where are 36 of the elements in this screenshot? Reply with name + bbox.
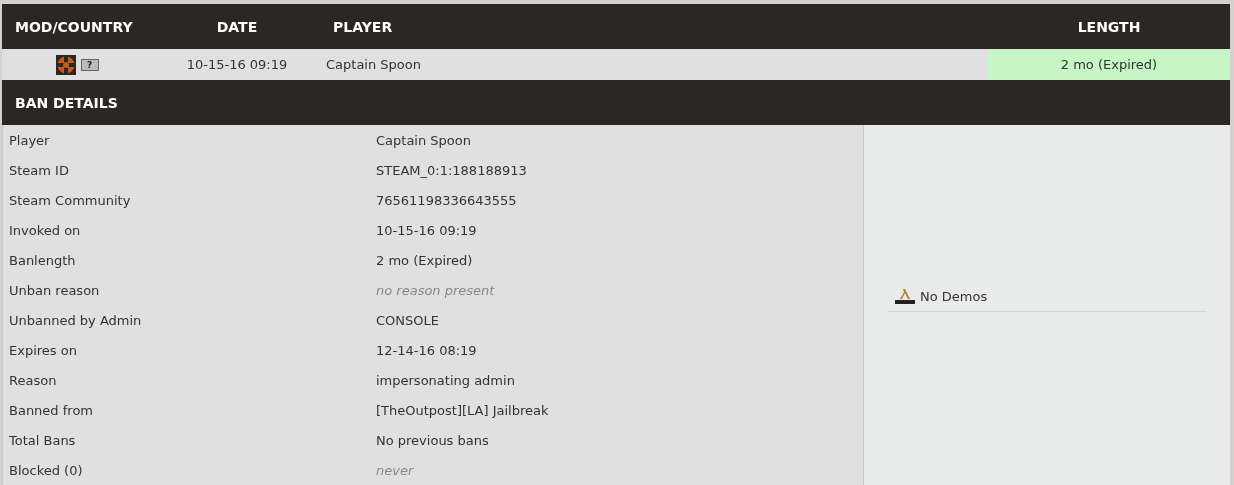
- detail-value: impersonating admin: [376, 372, 515, 388]
- detail-value: no reason present: [376, 282, 495, 298]
- detail-value: 12-14-16 08:19: [376, 342, 477, 358]
- detail-label: Steam ID: [8, 162, 70, 178]
- demo-icon: [894, 287, 916, 305]
- detail-label: Banned from: [8, 402, 94, 418]
- length-cell: 2 mo (Expired): [988, 49, 1230, 80]
- column-header: LENGTH: [1077, 18, 1141, 35]
- detail-label: Expires on: [8, 342, 78, 358]
- player-cell: Captain Spoon: [326, 57, 421, 72]
- detail-value: Captain Spoon: [376, 132, 471, 148]
- detail-label: Unbanned by Admin: [8, 312, 143, 328]
- detail-value: CONSOLE: [376, 312, 439, 328]
- detail-label: Banlength: [8, 252, 77, 268]
- unknown-country-flag: ?: [80, 58, 99, 71]
- detail-value: 76561198336643555: [376, 192, 517, 208]
- detail-value: 2 mo (Expired): [376, 252, 473, 268]
- column-header: MOD/COUNTRY: [15, 18, 133, 35]
- detail-label: Steam Community: [8, 192, 132, 208]
- detail-value: [TheOutpost][LA] Jailbreak: [376, 402, 549, 418]
- section-title: BAN DETAILS: [15, 94, 118, 111]
- detail-label: Player: [8, 132, 51, 148]
- detail-label: Reason: [8, 372, 58, 388]
- game-logo-icon: [55, 54, 76, 75]
- detail-label: Blocked (0): [8, 462, 84, 478]
- detail-label: Unban reason: [8, 282, 101, 298]
- detail-value: No previous bans: [376, 432, 489, 448]
- column-header: DATE: [216, 18, 258, 35]
- detail-value: 10-15-16 09:19: [376, 222, 477, 238]
- detail-label: Invoked on: [8, 222, 82, 238]
- column-header: PLAYER: [333, 18, 393, 35]
- date-cell: 10-15-16 09:19: [186, 57, 288, 72]
- detail-value: STEAM_0:1:188188913: [376, 162, 527, 178]
- detail-label: Total Bans: [8, 432, 77, 448]
- detail-value: never: [376, 462, 414, 478]
- no-demos-text: No Demos: [920, 288, 988, 304]
